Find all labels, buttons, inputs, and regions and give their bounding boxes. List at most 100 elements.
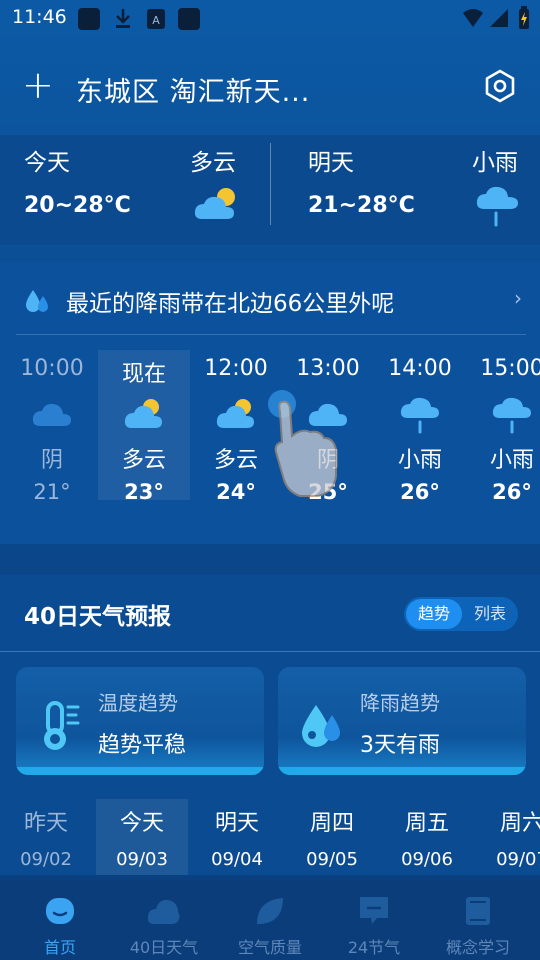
rain-tip-row[interactable]: 最近的降雨带在北边66公里外呢 › xyxy=(16,276,526,336)
trend-label: 温度趋势 xyxy=(98,691,178,715)
date-item[interactable]: 周五 09/06 xyxy=(381,799,473,875)
divider xyxy=(16,334,526,335)
download-icon xyxy=(116,9,130,28)
leaf-icon xyxy=(257,898,283,924)
date-name: 今天 xyxy=(119,811,164,836)
hour-time: 15:00 xyxy=(480,356,540,381)
date-item[interactable]: 周四 09/05 xyxy=(286,799,378,875)
date-item-today[interactable]: 今天 09/03 xyxy=(96,799,188,875)
partly-cloudy-icon xyxy=(216,399,254,428)
date-value: 09/04 xyxy=(211,849,263,870)
forecast-40-day-section: 40日天气预报 趋势 列表 温度趋势 趋势平稳 降雨趋势 3天有雨 昨天 09/… xyxy=(0,575,540,875)
status-bar: 11:46 A xyxy=(0,0,540,38)
hour-temp: 21° xyxy=(33,480,71,504)
nav-label: 概念学习 xyxy=(445,938,510,957)
nav-label: 24节气 xyxy=(347,938,401,957)
temperature-trend-card[interactable]: 温度趋势 趋势平稳 xyxy=(16,667,264,775)
date-value: 09/05 xyxy=(306,849,358,870)
nav-air-quality[interactable]: 空气质量 xyxy=(216,890,324,957)
card-bar xyxy=(278,767,526,775)
book-icon xyxy=(466,897,490,925)
home-face-icon xyxy=(46,898,74,924)
date-item[interactable]: 昨天 09/02 xyxy=(0,799,92,875)
hour-temp: 26° xyxy=(400,480,440,504)
day-condition-tomorrow: 小雨 xyxy=(472,150,518,176)
hour-time: 13:00 xyxy=(296,356,360,381)
hour-time: 12:00 xyxy=(204,356,268,381)
day-temp-tomorrow: 21~28°C xyxy=(308,193,415,218)
light-rain-icon xyxy=(400,397,439,434)
tap-hand-icon xyxy=(268,390,337,497)
date-name: 周五 xyxy=(404,811,449,836)
hour-item[interactable]: 14:00 小雨 26° xyxy=(374,350,466,504)
date-value: 09/02 xyxy=(20,849,72,870)
two-day-summary: 今天 多云 20~28°C 明天 小雨 21~28°C xyxy=(0,135,540,245)
hour-item-now[interactable]: 现在 多云 23° xyxy=(98,350,190,504)
hour-item[interactable]: 10:00 阴 21° xyxy=(6,350,98,504)
toggle-trend[interactable]: 趋势 xyxy=(406,599,462,629)
bottom-nav: 首页 40日天气 空气质量 24节气 概念学习 xyxy=(0,880,540,960)
nav-label: 空气质量 xyxy=(237,938,302,957)
hour-time: 14:00 xyxy=(388,356,452,381)
rain-trend-card[interactable]: 降雨趋势 3天有雨 xyxy=(278,667,526,775)
chat-icon xyxy=(360,897,388,924)
hour-condition: 小雨 xyxy=(397,448,442,473)
location-title[interactable]: 东城区 淘汇新天... xyxy=(76,70,310,109)
date-name: 周四 xyxy=(309,811,354,836)
svg-text:A: A xyxy=(152,14,160,27)
view-toggle[interactable]: 趋势 列表 xyxy=(404,597,518,631)
rain-tip-text: 最近的降雨带在北边66公里外呢 xyxy=(66,291,395,317)
hour-temp: 23° xyxy=(124,480,164,504)
notification-icon xyxy=(178,8,200,30)
light-rain-icon xyxy=(492,397,531,434)
signal-icon xyxy=(490,9,508,27)
raindrop-icon xyxy=(26,290,48,312)
day-condition-today: 多云 xyxy=(190,150,236,176)
nav-label: 首页 xyxy=(43,938,76,957)
section-title: 40日天气预报 xyxy=(24,604,172,630)
header: + 东城区 淘汇新天... xyxy=(0,52,540,122)
wifi-icon xyxy=(463,9,483,27)
hour-condition: 阴 xyxy=(40,448,63,473)
day-temp-today: 20~28°C xyxy=(24,193,131,218)
thermometer-icon xyxy=(44,701,80,750)
notification-icon xyxy=(78,8,100,30)
chevron-right-icon: › xyxy=(514,286,522,310)
date-value: 09/07 xyxy=(496,849,540,870)
app-icon: A xyxy=(147,9,165,29)
nav-solar-terms[interactable]: 24节气 xyxy=(320,890,428,957)
status-time: 11:46 xyxy=(12,6,67,28)
hour-condition: 小雨 xyxy=(489,448,534,473)
trend-label: 降雨趋势 xyxy=(360,691,440,715)
cloud-icon xyxy=(147,899,180,924)
hour-temp: 26° xyxy=(492,480,532,504)
date-name: 昨天 xyxy=(23,811,68,836)
nav-label: 40日天气 xyxy=(129,938,199,957)
date-name: 明天 xyxy=(214,811,259,836)
trend-value: 趋势平稳 xyxy=(98,733,187,758)
date-item[interactable]: 明天 09/04 xyxy=(191,799,283,875)
date-name: 周六 xyxy=(499,811,540,836)
nav-40day[interactable]: 40日天气 xyxy=(110,890,218,957)
toggle-list[interactable]: 列表 xyxy=(462,599,518,629)
card-bar xyxy=(16,767,264,775)
hour-time: 10:00 xyxy=(20,356,84,381)
date-item[interactable]: 周六 09/07 xyxy=(476,799,540,875)
trend-value: 3天有雨 xyxy=(360,733,440,758)
hour-condition: 多云 xyxy=(121,448,166,473)
divider xyxy=(270,143,271,225)
day-name-tomorrow: 明天 xyxy=(308,150,354,176)
partly-cloudy-icon xyxy=(194,188,235,219)
light-rain-icon xyxy=(476,186,518,227)
hour-item[interactable]: 15:00 小雨 26° xyxy=(466,350,540,504)
overcast-icon xyxy=(32,403,71,426)
nav-concepts[interactable]: 概念学习 xyxy=(424,890,532,957)
nav-home[interactable]: 首页 xyxy=(6,890,114,957)
date-value: 09/06 xyxy=(401,849,453,870)
add-city-icon[interactable]: + xyxy=(22,66,54,104)
partly-cloudy-icon xyxy=(124,399,162,428)
hour-time: 现在 xyxy=(121,362,166,387)
day-name-today: 今天 xyxy=(24,150,70,176)
date-value: 09/03 xyxy=(116,849,168,870)
settings-icon[interactable] xyxy=(482,68,518,104)
